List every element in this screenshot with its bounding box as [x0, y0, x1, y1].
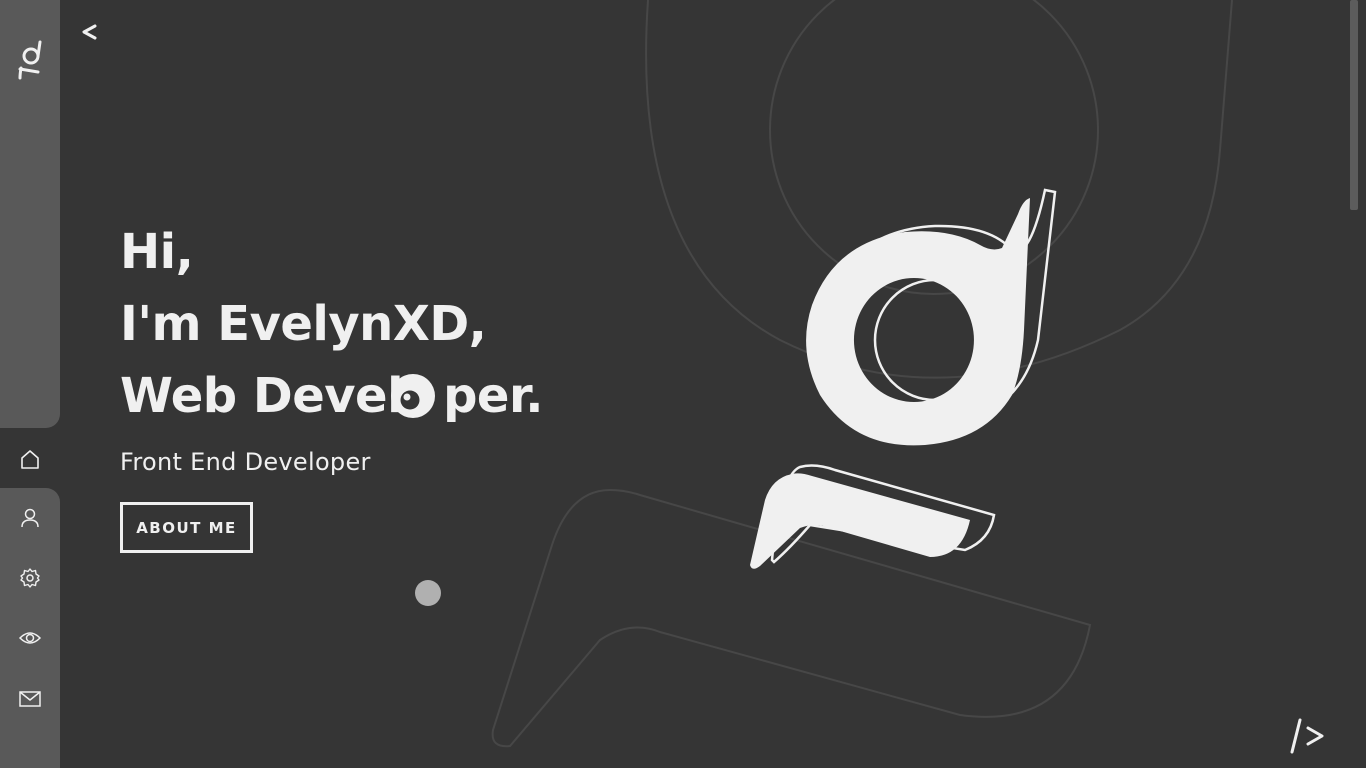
eye-icon: [18, 632, 42, 644]
hero-role-start: Web Devel: [120, 368, 404, 424]
hero-role-end: per.: [443, 368, 544, 424]
cursor-follower-dot: [415, 580, 441, 606]
sidebar-item-skills[interactable]: [0, 558, 60, 598]
mail-icon: [19, 691, 41, 707]
chevron-left-icon: [82, 24, 97, 40]
hero-subtitle: Front End Developer: [120, 448, 371, 476]
gear-icon: [20, 568, 40, 588]
hero-heading: Hi, I'm EvelynXD, Web Devel per.: [120, 216, 680, 432]
code-icon[interactable]: [1288, 714, 1328, 758]
sidebar-item-portfolio[interactable]: [0, 618, 60, 658]
home-page: Hi, I'm EvelynXD, Web Devel per. Front En…: [0, 0, 1366, 768]
user-icon: [21, 508, 39, 528]
sidebar-item-home[interactable]: [0, 439, 60, 479]
hero-role: Web Devel per.: [120, 360, 680, 432]
back-link[interactable]: [76, 18, 102, 46]
sidebar-item-about[interactable]: [0, 498, 60, 538]
about-me-button[interactable]: ABOUT ME: [120, 502, 253, 553]
hero-greeting: Hi,: [120, 224, 194, 280]
sidebar: [0, 0, 60, 768]
home-icon: [21, 450, 39, 469]
hero-name: I'm EvelynXD,: [120, 296, 487, 352]
scrollbar-thumb[interactable]: [1350, 0, 1358, 210]
brand-logo-icon[interactable]: [14, 38, 46, 82]
sidebar-item-contact[interactable]: [0, 679, 60, 719]
